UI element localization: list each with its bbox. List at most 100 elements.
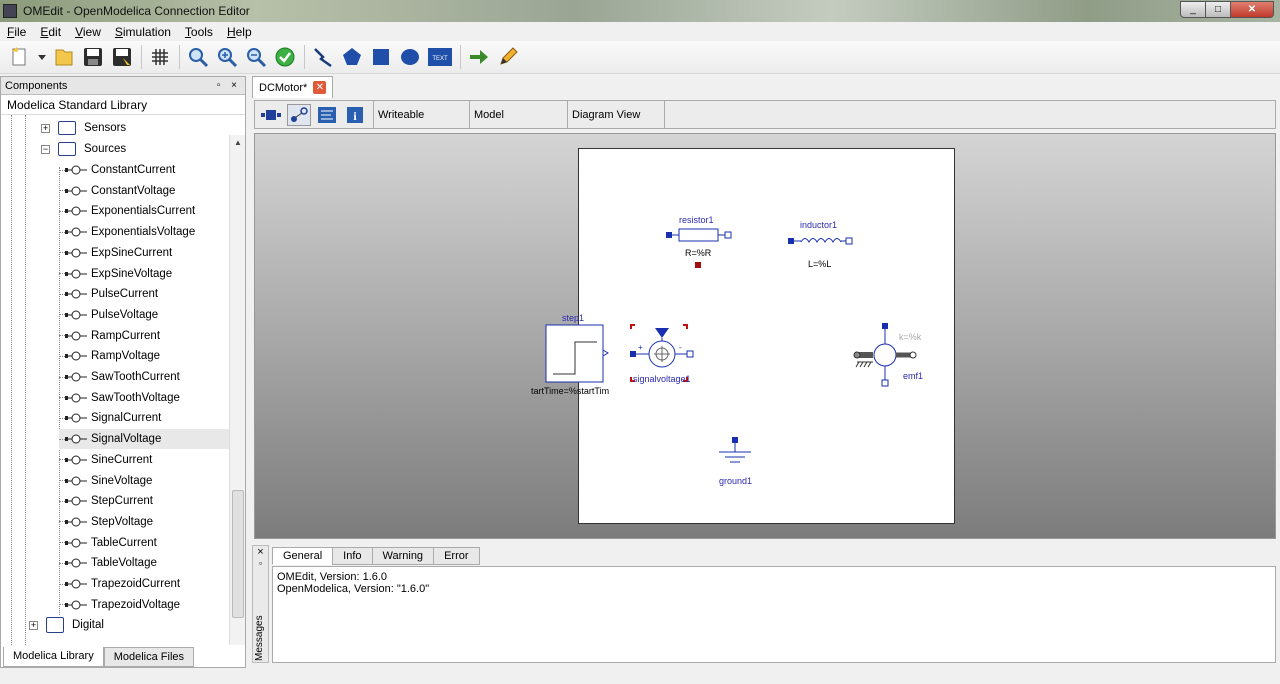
tab-error[interactable]: Error xyxy=(433,547,480,565)
check-model-button[interactable] xyxy=(273,45,297,69)
menu-tools[interactable]: Tools xyxy=(178,25,220,39)
tree-item[interactable]: TableVoltage xyxy=(59,553,229,573)
source-component-icon xyxy=(65,476,87,485)
tab-modelica-files[interactable]: Modelica Files xyxy=(103,647,195,667)
svg-text:-: - xyxy=(679,343,682,352)
tree-item[interactable]: SignalCurrent xyxy=(59,408,229,428)
close-tab-icon[interactable]: ✕ xyxy=(313,81,327,94)
tree-item[interactable]: ExpSineCurrent xyxy=(59,243,229,263)
pencil-button[interactable] xyxy=(496,45,520,69)
menu-file[interactable]: File xyxy=(0,25,33,39)
tree-package-sensors[interactable]: + Sensors xyxy=(41,118,126,138)
pencil-icon xyxy=(500,47,518,65)
messages-float-icon[interactable]: ▫ xyxy=(253,558,268,568)
tree-item[interactable]: SineVoltage xyxy=(59,471,229,491)
tree-item[interactable]: PulseCurrent xyxy=(59,284,229,304)
save-button[interactable] xyxy=(81,45,105,69)
menu-help[interactable]: Help xyxy=(220,25,259,39)
ground-name: ground1 xyxy=(719,476,753,486)
ellipse-tool-button[interactable] xyxy=(398,45,422,69)
connect-mode-button[interactable] xyxy=(467,45,491,69)
save-as-button[interactable] xyxy=(110,45,134,69)
tree-package-digital[interactable]: + Digital xyxy=(29,615,104,635)
tree-item[interactable]: StepVoltage xyxy=(59,512,229,532)
tab-dcmotor[interactable]: DCMotor* ✕ xyxy=(252,76,334,98)
expand-icon[interactable]: + xyxy=(29,620,38,630)
tree-item[interactable]: ExponentialsVoltage xyxy=(59,222,229,242)
minimize-button[interactable]: _ xyxy=(1180,1,1206,18)
tree-item-label: SignalVoltage xyxy=(91,433,162,446)
messages-close-icon[interactable]: × xyxy=(253,546,268,558)
source-component-icon xyxy=(65,372,87,382)
source-component-icon xyxy=(65,310,87,320)
diagram-canvas[interactable]: resistor1 R=%R inductor1 L=%L step1 tart… xyxy=(254,133,1276,539)
scroll-up-icon[interactable]: ▲ xyxy=(230,135,245,151)
source-component-icon xyxy=(65,600,87,610)
tree-item[interactable]: SignalVoltage xyxy=(59,429,229,450)
open-button[interactable] xyxy=(52,45,76,69)
polygon-tool-button[interactable] xyxy=(340,45,364,69)
tree-item[interactable]: SawToothCurrent xyxy=(59,367,229,387)
zoom-in-button[interactable] xyxy=(215,45,239,69)
tree-item[interactable]: SawToothVoltage xyxy=(59,388,229,408)
folder-icon xyxy=(55,49,73,66)
zoom-out-button[interactable] xyxy=(244,45,268,69)
tree-item-label: PulseCurrent xyxy=(91,288,159,301)
tree-item[interactable]: TrapezoidVoltage xyxy=(59,595,229,615)
tab-general[interactable]: General xyxy=(272,547,334,565)
maximize-button[interactable]: □ xyxy=(1205,1,1231,18)
tab-warning[interactable]: Warning xyxy=(371,547,435,565)
documentation-view-button[interactable]: i xyxy=(343,104,367,126)
close-button[interactable]: ✕ xyxy=(1230,1,1274,18)
tree-item-label: StepVoltage xyxy=(91,515,154,528)
source-component-icon xyxy=(65,413,87,423)
tree-item[interactable]: TableCurrent xyxy=(59,533,229,553)
tree-item[interactable]: ExpSineVoltage xyxy=(59,264,229,284)
icon-view-button[interactable] xyxy=(259,104,283,126)
tree-package-sources[interactable]: − Sources xyxy=(41,139,126,159)
source-component-icon xyxy=(65,165,87,175)
tab-modelica-library[interactable]: Modelica Library xyxy=(3,647,104,667)
signalvoltage-name: signalvoltage1 xyxy=(633,374,691,384)
svg-text:TEXT: TEXT xyxy=(432,56,448,62)
tree-scrollbar[interactable]: ▲ ▼ xyxy=(229,135,245,645)
tree-item-label: TableVoltage xyxy=(91,557,157,570)
line-tool-icon xyxy=(314,48,332,68)
tree-item[interactable]: ConstantCurrent xyxy=(59,160,229,180)
grid-button[interactable] xyxy=(148,45,172,69)
expand-icon[interactable]: + xyxy=(41,123,50,133)
line-tool-button[interactable] xyxy=(311,45,335,69)
tree-item[interactable]: RampVoltage xyxy=(59,346,229,366)
tree-item[interactable]: StepCurrent xyxy=(59,491,229,511)
tree-item[interactable]: TrapezoidCurrent xyxy=(59,574,229,594)
text-tool-button[interactable]: TEXT xyxy=(427,45,453,69)
menu-view[interactable]: View xyxy=(68,25,108,39)
tab-info[interactable]: Info xyxy=(332,547,373,565)
tree-item-label: ExpSineCurrent xyxy=(91,246,173,259)
tree-item[interactable]: RampCurrent xyxy=(59,326,229,346)
diagram-view-button[interactable] xyxy=(287,103,311,126)
new-file-button[interactable] xyxy=(8,45,32,69)
zoom-100-button[interactable] xyxy=(186,45,210,69)
tree-item[interactable]: ExponentialsCurrent xyxy=(59,201,229,221)
step-name: step1 xyxy=(562,313,585,323)
scroll-thumb[interactable] xyxy=(232,490,244,618)
panel-float-close-controls[interactable]: ▫ × xyxy=(217,80,241,91)
menu-simulation[interactable]: Simulation xyxy=(108,25,178,39)
resistor-name: resistor1 xyxy=(679,215,714,225)
tree-item[interactable]: SineCurrent xyxy=(59,450,229,470)
rectangle-tool-button[interactable] xyxy=(369,45,393,69)
tree-item[interactable]: PulseVoltage xyxy=(59,305,229,325)
menu-edit[interactable]: Edit xyxy=(33,25,68,39)
main-toolbar: TEXT xyxy=(0,41,1280,74)
save-as-icon xyxy=(113,48,131,66)
text-view-button[interactable] xyxy=(315,104,339,126)
tree-item-label: SineCurrent xyxy=(91,453,153,466)
collapse-icon[interactable]: − xyxy=(41,144,50,154)
tree-item[interactable]: ConstantVoltage xyxy=(59,181,229,201)
tree-item-label: PulseVoltage xyxy=(91,308,159,321)
status-model-type: Model xyxy=(469,100,567,129)
library-title[interactable]: Modelica Standard Library xyxy=(1,95,245,115)
source-component-icon xyxy=(65,455,87,465)
new-file-dropdown[interactable] xyxy=(37,45,47,69)
